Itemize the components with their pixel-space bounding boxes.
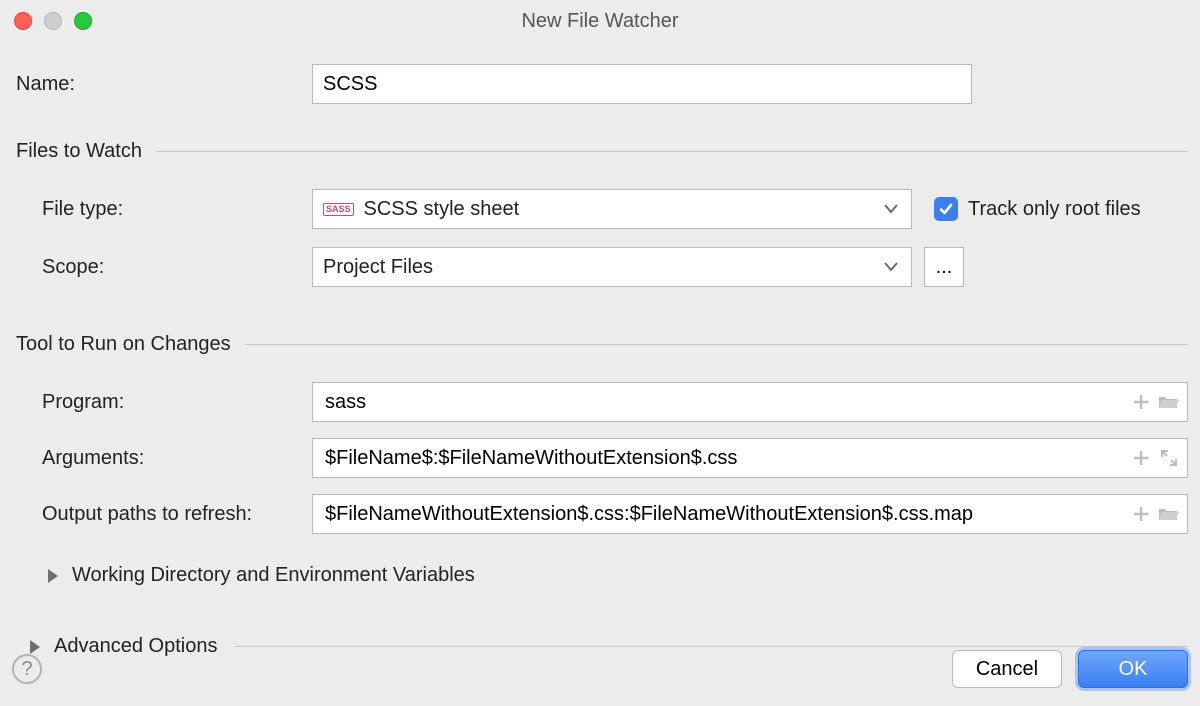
titlebar: New File Watcher [0,0,1200,42]
arguments-label: Arguments: [12,447,312,470]
file-type-combo[interactable]: SASS SCSS style sheet [312,189,912,229]
ok-button[interactable]: OK [1078,650,1188,688]
file-type-label: File type: [12,198,312,221]
expand-button[interactable] [1155,443,1183,473]
insert-macro-button[interactable] [1127,387,1155,417]
output-paths-input[interactable] [323,502,1127,527]
minimize-window-button[interactable] [44,12,62,30]
program-label: Program: [12,391,312,414]
insert-macro-button[interactable] [1127,499,1155,529]
track-root-label: Track only root files [968,198,1141,221]
scope-browse-button[interactable]: ... [924,247,964,287]
working-dir-label: Working Directory and Environment Variab… [72,564,475,587]
section-divider [156,151,1188,152]
working-dir-expander[interactable]: Working Directory and Environment Variab… [12,564,1188,587]
chevron-down-icon [877,262,905,272]
chevron-down-icon [877,204,905,214]
file-type-value: SCSS style sheet [364,198,867,221]
arguments-input[interactable] [323,446,1127,471]
zoom-window-button[interactable] [74,12,92,30]
track-root-checkbox[interactable] [934,197,958,221]
close-window-button[interactable] [14,12,32,30]
scope-value: Project Files [323,256,867,279]
window-controls [0,12,92,30]
tool-section: Tool to Run on Changes [12,333,1188,356]
section-divider [245,344,1188,345]
dialog-footer: ? Cancel OK [0,642,1200,706]
expand-triangle-icon [48,569,58,583]
scope-combo[interactable]: Project Files [312,247,912,287]
scope-label: Scope: [12,256,312,279]
browse-folder-button[interactable] [1155,387,1183,417]
tool-section-header: Tool to Run on Changes [16,333,231,356]
name-input[interactable] [312,64,972,104]
output-paths-label: Output paths to refresh: [12,503,312,526]
sass-icon: SASS [323,203,354,216]
help-button[interactable]: ? [12,654,42,684]
window-title: New File Watcher [0,10,1200,33]
cancel-button[interactable]: Cancel [952,650,1062,688]
files-to-watch-header: Files to Watch [16,140,142,163]
name-label: Name: [12,73,312,96]
files-to-watch-section: Files to Watch [12,140,1188,163]
browse-folder-button[interactable] [1155,499,1183,529]
program-input[interactable] [323,390,1127,415]
insert-macro-button[interactable] [1127,443,1155,473]
